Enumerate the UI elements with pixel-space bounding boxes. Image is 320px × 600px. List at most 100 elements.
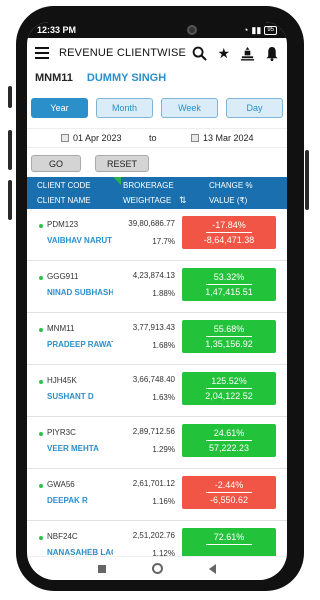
star-icon[interactable]: ★ bbox=[217, 45, 230, 62]
calendar-icon bbox=[191, 134, 199, 142]
sort-icon[interactable]: ⇅ bbox=[179, 195, 187, 206]
client-code: GWA56 bbox=[47, 480, 75, 489]
client-code: GGG911 bbox=[47, 272, 79, 281]
table-row[interactable]: HJH45K SUSHANT D 3,66,748.40 1.63% 125.52% 2,… bbox=[27, 365, 287, 417]
from-date-picker[interactable]: 01 Apr 2023 bbox=[61, 133, 122, 143]
page-title: REVENUE CLIENTWISE bbox=[59, 47, 187, 59]
bell-icon[interactable] bbox=[265, 46, 279, 61]
phone-side-button bbox=[8, 180, 12, 220]
change-value: 1,47,415.51 bbox=[205, 287, 253, 297]
date-range: 01 Apr 2023 to 13 Mar 2024 bbox=[27, 128, 287, 148]
header-value[interactable]: VALUE (₹) bbox=[209, 196, 247, 205]
brokerage-value: 2,89,712.56 bbox=[132, 427, 175, 436]
status-dot bbox=[39, 380, 43, 384]
phone-power-button bbox=[305, 150, 309, 210]
phone-side-button bbox=[8, 86, 12, 108]
brokerage-value: 3,77,913.43 bbox=[132, 323, 175, 332]
search-icon[interactable] bbox=[192, 46, 208, 61]
status-dot bbox=[39, 536, 43, 540]
client-name[interactable]: VAIBHAV NARUT bbox=[47, 236, 113, 245]
tab-month[interactable]: Month bbox=[96, 98, 153, 118]
weightage-value: 1.16% bbox=[152, 497, 175, 506]
client-name[interactable]: VEER MEHTA bbox=[47, 444, 113, 453]
divider bbox=[206, 284, 252, 285]
change-value: 2,04,122.52 bbox=[205, 391, 253, 401]
brokerage-value: 4,23,874.13 bbox=[132, 271, 175, 280]
weightage-value: 17.7% bbox=[152, 237, 175, 246]
change-value: -8,64,471.38 bbox=[203, 235, 255, 245]
header-change-pct[interactable]: CHANGE % bbox=[209, 181, 253, 190]
change-value: 1,35,156.92 bbox=[205, 339, 253, 349]
user-name: DUMMY SINGH bbox=[86, 72, 167, 84]
tab-year[interactable]: Year bbox=[31, 98, 88, 118]
change-pct: 24.61% bbox=[213, 428, 245, 438]
back-icon[interactable] bbox=[209, 563, 216, 574]
weightage-value: 1.63% bbox=[152, 393, 175, 402]
brokerage-value: 2,51,202.76 bbox=[132, 531, 175, 540]
change-pct: -17.84% bbox=[212, 220, 246, 230]
weightage-value: 1.29% bbox=[152, 445, 175, 454]
change-box: 53.32% 1,47,415.51 bbox=[182, 268, 276, 301]
wifi-icon: ◔ bbox=[242, 25, 249, 35]
header-client-code[interactable]: CLIENT CODE bbox=[37, 181, 91, 190]
home-icon[interactable] bbox=[152, 563, 163, 574]
change-pct: 53.32% bbox=[213, 272, 245, 282]
flag-marker bbox=[113, 177, 121, 185]
table-header: CLIENT CODE CLIENT NAME BROKERAGE WEIGHT… bbox=[27, 177, 287, 209]
menu-icon[interactable] bbox=[35, 47, 49, 59]
header-brokerage[interactable]: BROKERAGE bbox=[123, 181, 174, 190]
client-code: NBF24C bbox=[47, 532, 78, 541]
divider bbox=[206, 440, 252, 441]
change-box: -17.84% -8,64,471.38 bbox=[182, 216, 276, 249]
reset-button[interactable]: RESET bbox=[95, 155, 149, 172]
temple-icon[interactable] bbox=[240, 46, 255, 61]
signal-icon: ▮▮ bbox=[251, 24, 262, 35]
divider bbox=[206, 336, 252, 337]
header-client-name[interactable]: CLIENT NAME bbox=[37, 196, 91, 205]
go-button[interactable]: GO bbox=[31, 155, 81, 172]
weightage-value: 1.68% bbox=[152, 341, 175, 350]
brokerage-value: 2,61,701.12 bbox=[132, 479, 175, 488]
user-info: MNM11 DUMMY SINGH bbox=[35, 72, 166, 84]
to-date-picker[interactable]: 13 Mar 2024 bbox=[191, 133, 254, 143]
period-tabs: Year Month Week Day bbox=[31, 98, 283, 118]
brokerage-value: 39,80,686.77 bbox=[128, 219, 175, 228]
header-weightage[interactable]: WEIGHTAGE bbox=[123, 196, 171, 205]
to-date: 13 Mar 2024 bbox=[203, 133, 254, 143]
client-code: PIYR3C bbox=[47, 428, 76, 437]
divider bbox=[206, 492, 252, 493]
change-pct: 72.61% bbox=[213, 532, 245, 542]
change-box: -2.44% -6,550.62 bbox=[182, 476, 276, 509]
status-dot bbox=[39, 484, 43, 488]
screen: 12:33 PM ◔ ▮▮ 95 REVENUE CLIENTWISE ★ MN… bbox=[27, 22, 287, 580]
action-buttons: GO RESET bbox=[31, 155, 149, 172]
change-value: -6,550.62 bbox=[209, 495, 249, 505]
change-value: 57,222.23 bbox=[208, 443, 250, 453]
camera-icon bbox=[187, 25, 197, 35]
table-row[interactable]: PIYR3C VEER MEHTA 2,89,712.56 1.29% 24.61% 57… bbox=[27, 417, 287, 469]
client-name[interactable]: SUSHANT D bbox=[47, 392, 113, 401]
status-dot bbox=[39, 328, 43, 332]
recent-apps-icon[interactable] bbox=[98, 564, 106, 573]
tab-day[interactable]: Day bbox=[226, 98, 283, 118]
table-row[interactable]: GWA56 DEEPAK R 2,61,701.12 1.16% -2.44% -6,55… bbox=[27, 469, 287, 521]
client-name[interactable]: NINAD SUBHASH AT bbox=[47, 288, 113, 297]
change-pct: -2.44% bbox=[214, 480, 244, 490]
client-name[interactable]: PRADEEP RAWAT bbox=[47, 340, 113, 349]
phone-side-button bbox=[8, 130, 12, 170]
divider bbox=[206, 544, 252, 545]
client-list: PDM123 VAIBHAV NARUT 39,80,686.77 17.7% -17.… bbox=[27, 209, 287, 573]
date-to-label: to bbox=[149, 133, 157, 143]
client-name[interactable]: DEEPAK R bbox=[47, 496, 113, 505]
android-nav-bar bbox=[27, 556, 287, 580]
tab-week[interactable]: Week bbox=[161, 98, 218, 118]
status-time: 12:33 PM bbox=[37, 25, 77, 35]
brokerage-value: 3,66,748.40 bbox=[132, 375, 175, 384]
status-dot bbox=[39, 276, 43, 280]
client-code: MNM11 bbox=[47, 324, 75, 333]
table-row[interactable]: GGG911 NINAD SUBHASH AT 4,23,874.13 1.88% 53… bbox=[27, 261, 287, 313]
change-pct: 55.68% bbox=[213, 324, 245, 334]
table-row[interactable]: MNM11 PRADEEP RAWAT 3,77,913.43 1.68% 55.68%… bbox=[27, 313, 287, 365]
table-row[interactable]: PDM123 VAIBHAV NARUT 39,80,686.77 17.7% -17.… bbox=[27, 209, 287, 261]
from-date: 01 Apr 2023 bbox=[73, 133, 122, 143]
